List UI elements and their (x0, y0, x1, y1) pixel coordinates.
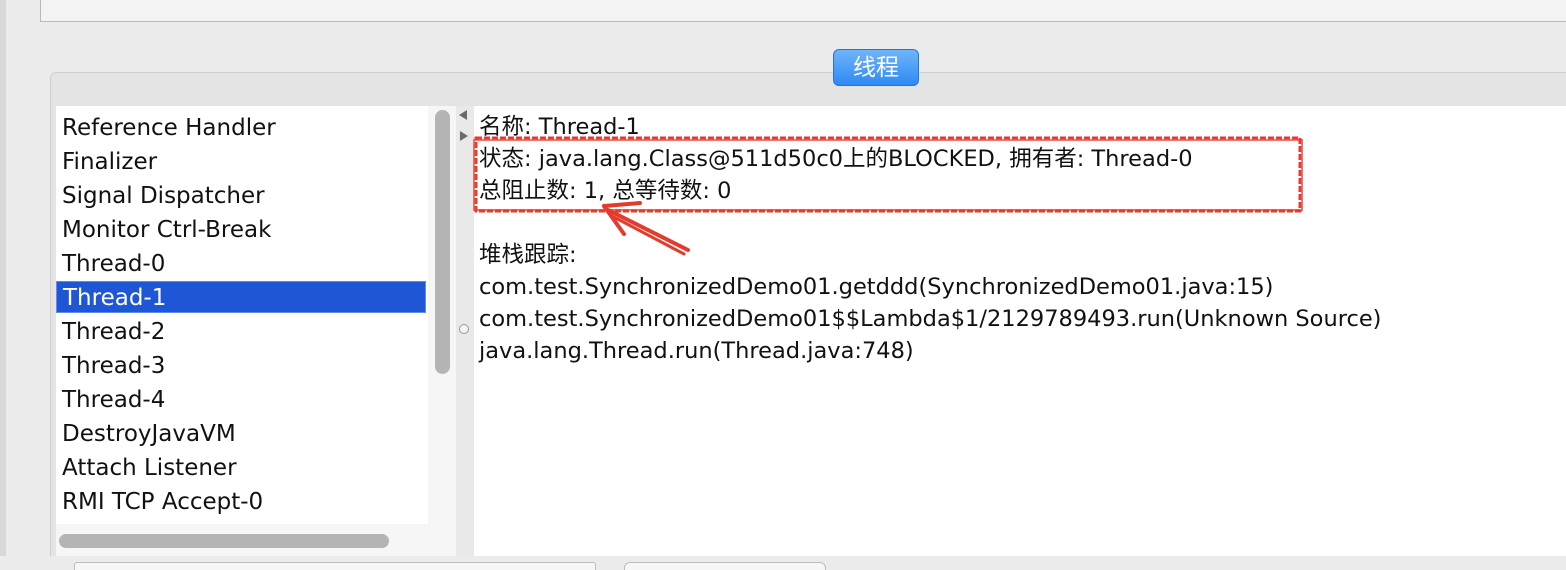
collapse-left-arrow-icon[interactable] (459, 110, 467, 120)
stack-trace-label: 堆栈跟踪: (479, 242, 577, 268)
bottom-field[interactable] (74, 562, 596, 570)
thread-state-line: 状态: java.lang.Class@511d50c0上的BLOCKED, 拥… (479, 146, 1193, 172)
list-item[interactable]: Signal Dispatcher (56, 180, 426, 212)
divider-grip-icon[interactable] (459, 324, 469, 334)
thread-list[interactable]: Reference Handler Finalizer Signal Dispa… (56, 106, 429, 524)
top-panel (40, 0, 1566, 22)
stack-frame: com.test.SynchronizedDemo01.getddd(Synch… (479, 274, 1274, 300)
list-item-selected[interactable]: Thread-1 (56, 281, 426, 313)
thread-counts-line: 总阻止数: 1, 总等待数: 0 (479, 178, 732, 204)
list-item[interactable]: DestroyJavaVM (56, 418, 426, 450)
list-item[interactable]: Thread-3 (56, 350, 426, 382)
expand-right-arrow-icon[interactable] (460, 131, 468, 141)
list-item[interactable]: Monitor Ctrl-Break (56, 214, 426, 246)
list-item[interactable]: Finalizer (56, 146, 426, 178)
list-item[interactable]: RMI TCP Accept-0 (56, 486, 426, 518)
list-item[interactable]: Attach Listener (56, 452, 426, 484)
list-item[interactable]: Thread-0 (56, 248, 426, 280)
list-item[interactable]: Thread-4 (56, 384, 426, 416)
thread-list-hscroll-thumb[interactable] (59, 534, 389, 548)
thread-list-vscroll-thumb[interactable] (435, 110, 450, 374)
list-item[interactable]: Thread-2 (56, 316, 426, 348)
thread-name-line: 名称: Thread-1 (479, 114, 640, 140)
thread-inspector-window: 线程 Reference Handler Finalizer Signal Di… (0, 0, 1566, 570)
bottom-button[interactable] (624, 562, 826, 570)
window-left-edge (0, 0, 6, 570)
list-item[interactable]: Reference Handler (56, 112, 426, 144)
tab-threads[interactable]: 线程 (833, 49, 919, 86)
stack-frame: com.test.SynchronizedDemo01$$Lambda$1/21… (479, 306, 1382, 332)
stack-frame: java.lang.Thread.run(Thread.java:748) (479, 338, 914, 364)
